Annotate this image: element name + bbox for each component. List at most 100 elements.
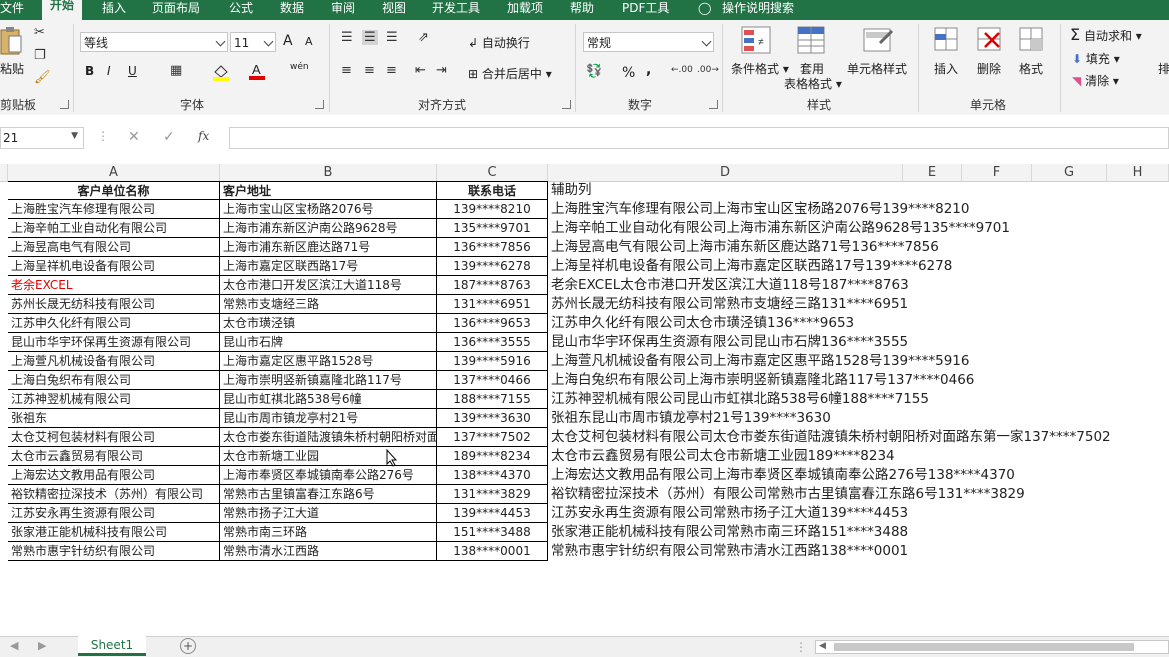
cell-helper[interactable]: 裕钦精密拉深技术（苏州）有限公司常熟市古里镇富春江东路6号131****3829 xyxy=(548,485,1025,504)
cell-address[interactable]: 常熟市支塘经三路 xyxy=(220,295,437,314)
cell-phone[interactable]: 151****3488 xyxy=(437,523,548,542)
cell-company[interactable]: 裕钦精密拉深技术（苏州）有限公司 xyxy=(8,485,220,504)
comma-button[interactable]: , xyxy=(646,62,651,78)
alignment-launcher[interactable] xyxy=(562,100,571,109)
horizontal-scrollbar[interactable]: ◀ xyxy=(815,640,1169,654)
select-all-corner[interactable] xyxy=(0,164,8,181)
grow-font-button[interactable]: A xyxy=(283,33,293,49)
cell-address[interactable]: 上海市嘉定区联西路17号 xyxy=(220,257,437,276)
cell-phone[interactable]: 139****6278 xyxy=(437,257,548,276)
cell-company[interactable]: 上海昱高电气有限公司 xyxy=(8,238,220,257)
align-left-icon[interactable]: ≡ xyxy=(341,63,352,78)
column-header-c[interactable]: C xyxy=(437,164,548,181)
cell-company[interactable]: 张祖东 xyxy=(8,409,220,428)
decrease-indent-icon[interactable]: ⇤ xyxy=(415,63,426,78)
autosum-button[interactable]: Σ 自动求和 ▾ xyxy=(1070,25,1142,44)
name-box[interactable]: 21 ▼ xyxy=(0,127,84,149)
decrease-decimal-icon[interactable]: .00→ xyxy=(697,65,719,75)
delete-cells-button[interactable]: 删除 xyxy=(977,60,1001,77)
cell-company[interactable]: 昆山市华宇环保再生资源有限公司 xyxy=(8,333,220,352)
cell-address[interactable]: 常熟市古里镇富春江东路6号 xyxy=(220,485,437,504)
cell-company[interactable]: 上海萱凡机械设备有限公司 xyxy=(8,352,220,371)
font-size-select[interactable]: 11 xyxy=(230,32,276,52)
cell-company[interactable]: 老余EXCEL xyxy=(8,276,220,295)
currency-icon[interactable]: 💱 xyxy=(586,64,602,79)
cell-phone[interactable]: 139****3630 xyxy=(437,409,548,428)
cut-icon[interactable]: ✂ xyxy=(34,25,45,40)
cell-helper[interactable]: 老余EXCEL太仓市港口开发区滨江大道118号187****8763 xyxy=(548,276,909,295)
cell-company[interactable]: 上海呈祥机电设备有限公司 xyxy=(8,257,220,276)
header-cell-phone[interactable]: 联系电话 xyxy=(437,181,548,200)
cell-address[interactable]: 上海市浦东新区沪南公路9628号 xyxy=(220,219,437,238)
underline-button[interactable]: U xyxy=(128,64,137,78)
add-sheet-icon[interactable]: + xyxy=(180,638,196,654)
cell-phone[interactable]: 137****7502 xyxy=(437,428,548,447)
cell-phone[interactable]: 136****3555 xyxy=(437,333,548,352)
cell-company[interactable]: 太仓艾柯包装材料有限公司 xyxy=(8,428,220,447)
cell-address[interactable]: 太仓市娄东街道陆渡镇朱桥村朝阳桥对面路东第一家 xyxy=(220,428,437,447)
fill-color-icon[interactable] xyxy=(212,63,230,85)
cell-phone[interactable]: 188****7155 xyxy=(437,390,548,409)
cell-phone[interactable]: 135****9701 xyxy=(437,219,548,238)
tab-file[interactable]: 文件 xyxy=(0,0,24,20)
tab-review[interactable]: 审阅 xyxy=(331,0,355,20)
cell-address[interactable]: 太仓市璜泾镇 xyxy=(220,314,437,333)
cell-helper[interactable]: 常熟市惠宇针纺织有限公司常熟市清水江西路138****0001 xyxy=(548,542,908,561)
phonetic-button[interactable]: wén xyxy=(290,62,309,72)
percent-button[interactable]: % xyxy=(622,65,635,81)
copy-icon[interactable]: ❐ xyxy=(34,48,46,63)
tab-insert[interactable]: 插入 xyxy=(102,0,126,20)
cell-helper[interactable]: 上海胜宝汽车修理有限公司上海市宝山区宝杨路2076号139****8210 xyxy=(548,200,969,219)
cell-company[interactable]: 江苏申久化纤有限公司 xyxy=(8,314,220,333)
scroll-left-icon[interactable]: ◀ xyxy=(10,639,18,652)
tell-me-search[interactable]: 操作说明搜索 xyxy=(722,0,794,20)
cell-address[interactable]: 上海市嘉定区惠平路1528号 xyxy=(220,352,437,371)
increase-indent-icon[interactable]: ⇥ xyxy=(436,63,447,78)
wrap-text-button[interactable]: ↲ 自动换行 xyxy=(468,34,530,51)
clipboard-launcher[interactable] xyxy=(60,100,69,109)
scroll-right-icon[interactable]: ▶ xyxy=(38,639,46,652)
cell-helper[interactable]: 张家港正能机械科技有限公司常熟市南三环路151****3488 xyxy=(548,523,908,542)
merge-center-button[interactable]: ⊞ 合并后居中 ▾ xyxy=(468,65,552,82)
cell-company[interactable]: 上海白兔织布有限公司 xyxy=(8,371,220,390)
cell-helper[interactable]: 上海昱高电气有限公司上海市浦东新区鹿达路71号136****7856 xyxy=(548,238,939,257)
cell-helper[interactable]: 太仓市云鑫贸易有限公司太仓市新塘工业园189****8234 xyxy=(548,447,903,466)
align-center-icon[interactable]: ≡ xyxy=(364,63,375,78)
border-icon[interactable]: ▦ xyxy=(170,63,182,78)
tab-view[interactable]: 视图 xyxy=(382,0,406,20)
cell-helper[interactable]: 太仓艾柯包装材料有限公司太仓市娄东街道陆渡镇朱桥村朝阳桥对面路东第一家137**… xyxy=(548,428,1111,447)
column-header-f[interactable]: F xyxy=(962,164,1032,181)
align-right-icon[interactable]: ≡ xyxy=(386,63,397,78)
cell-company[interactable]: 江苏神翌机械有限公司 xyxy=(8,390,220,409)
paste-button[interactable] xyxy=(0,26,22,56)
enter-icon[interactable]: ✓ xyxy=(163,129,175,145)
cancel-icon[interactable]: ✕ xyxy=(128,129,140,145)
cell-helper[interactable]: 上海辛帕工业自动化有限公司上海市浦东新区沪南公路9628号135****9701 xyxy=(548,219,1010,238)
insert-cells-button[interactable]: 插入 xyxy=(934,60,958,77)
cell-helper[interactable]: 苏州长晟无纺科技有限公司常熟市支塘经三路131****6951 xyxy=(548,295,908,314)
cell-address[interactable]: 太仓市新塘工业园 xyxy=(220,447,437,466)
tab-formulas[interactable]: 公式 xyxy=(229,0,253,20)
shrink-font-button[interactable]: A xyxy=(305,35,313,48)
cell-phone[interactable]: 136****7856 xyxy=(437,238,548,257)
header-cell-helper[interactable]: 辅助列 xyxy=(548,181,903,200)
cell-phone[interactable]: 138****0001 xyxy=(437,542,548,561)
cell-phone[interactable]: 139****4453 xyxy=(437,504,548,523)
cell-phone[interactable]: 136****9653 xyxy=(437,314,548,333)
font-name-select[interactable]: 等线 xyxy=(80,32,228,52)
bold-button[interactable]: B xyxy=(85,64,94,78)
tab-developer[interactable]: 开发工具 xyxy=(432,0,480,20)
tab-help[interactable]: 帮助 xyxy=(570,0,594,20)
number-format-select[interactable]: 常规 xyxy=(583,32,714,52)
align-middle-icon[interactable]: ☰ xyxy=(362,30,378,45)
column-header-a[interactable]: A xyxy=(8,164,220,181)
tab-pdf-tools[interactable]: PDF工具 xyxy=(622,0,669,20)
tab-page-layout[interactable]: 页面布局 xyxy=(152,0,200,20)
header-cell-address[interactable]: 客户地址 xyxy=(220,181,437,200)
cell-helper[interactable]: 上海呈祥机电设备有限公司上海市嘉定区联西路17号139****6278 xyxy=(548,257,952,276)
cell-phone[interactable]: 187****8763 xyxy=(437,276,548,295)
cell-helper[interactable]: 上海白兔织布有限公司上海市崇明竖新镇嘉隆北路117号137****0466 xyxy=(548,371,974,390)
format-painter-icon[interactable]: 🖌 xyxy=(34,70,51,85)
tab-home[interactable]: 开始 xyxy=(42,0,83,20)
cell-company[interactable]: 苏州长晟无纺科技有限公司 xyxy=(8,295,220,314)
